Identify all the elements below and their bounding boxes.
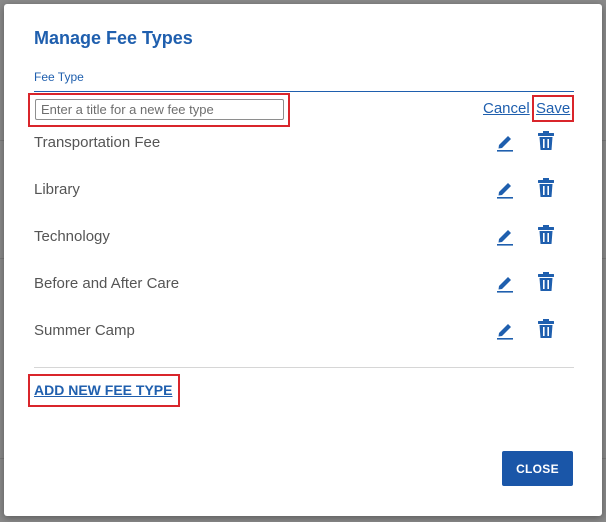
fee-type-row: Library bbox=[34, 175, 574, 205]
fee-type-column-header: Fee Type bbox=[34, 70, 84, 84]
pencil-icon[interactable] bbox=[495, 320, 515, 340]
pencil-icon[interactable] bbox=[495, 179, 515, 199]
save-link[interactable]: Save bbox=[536, 100, 570, 117]
fee-type-label: Technology bbox=[34, 228, 110, 245]
fee-type-row: Technology bbox=[34, 222, 574, 252]
trash-icon[interactable] bbox=[537, 319, 555, 339]
fee-type-label: Before and After Care bbox=[34, 275, 180, 292]
fee-type-row: Transportation Fee bbox=[34, 128, 574, 158]
list-divider bbox=[34, 367, 574, 368]
cancel-link[interactable]: Cancel bbox=[483, 100, 530, 117]
close-button[interactable]: CLOSE bbox=[502, 451, 573, 486]
fee-type-label: Transportation Fee bbox=[34, 134, 161, 151]
trash-icon[interactable] bbox=[537, 178, 555, 198]
fee-type-row: Before and After Care bbox=[34, 269, 574, 299]
fee-type-label: Summer Camp bbox=[34, 322, 135, 339]
header-divider bbox=[34, 91, 574, 92]
add-new-fee-type-link[interactable]: ADD NEW FEE TYPE bbox=[34, 382, 172, 398]
fee-type-row: Summer Camp bbox=[34, 316, 574, 346]
pencil-icon[interactable] bbox=[495, 226, 515, 246]
new-fee-type-input[interactable] bbox=[35, 99, 284, 120]
trash-icon[interactable] bbox=[537, 225, 555, 245]
trash-icon[interactable] bbox=[537, 131, 555, 151]
pencil-icon[interactable] bbox=[495, 132, 515, 152]
dialog-title: Manage Fee Types bbox=[34, 28, 193, 48]
trash-icon[interactable] bbox=[537, 272, 555, 292]
pencil-icon[interactable] bbox=[495, 273, 515, 293]
manage-fee-types-dialog: Manage Fee Types Fee Type Cancel Save Tr… bbox=[4, 4, 602, 516]
fee-type-label: Library bbox=[34, 181, 80, 198]
